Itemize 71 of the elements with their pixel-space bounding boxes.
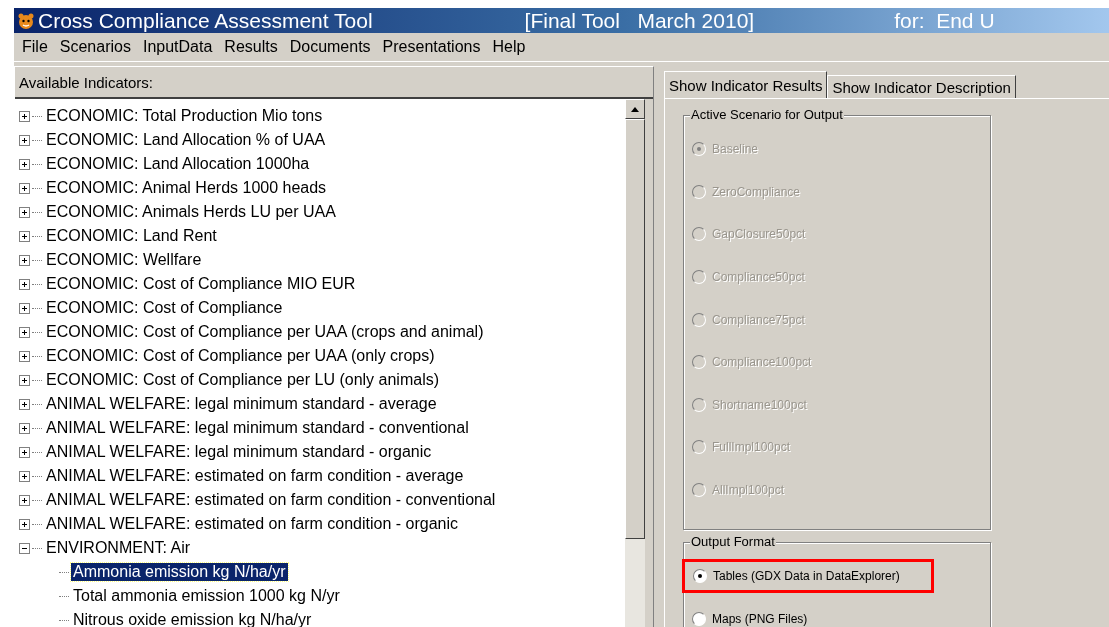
option-label: Shortname100pct bbox=[712, 397, 807, 412]
menu-item[interactable]: Scenarios bbox=[55, 38, 139, 56]
menu-item[interactable]: Presentations bbox=[378, 38, 489, 56]
tree-item[interactable]: ECONOMIC: Animals Herds LU per UAA bbox=[44, 203, 338, 221]
collapse-icon[interactable] bbox=[19, 542, 30, 554]
radio-button[interactable] bbox=[692, 611, 706, 626]
expand-icon[interactable] bbox=[19, 278, 30, 290]
option-label: Baseline bbox=[712, 142, 759, 157]
expand-icon[interactable] bbox=[19, 206, 30, 218]
option-label: Compliance75pct bbox=[712, 312, 805, 327]
up-arrow-icon bbox=[631, 106, 639, 112]
scroll-thumb[interactable] bbox=[625, 119, 645, 539]
audience-text: for: End U bbox=[894, 8, 995, 33]
menu-item[interactable]: InputData bbox=[138, 38, 221, 56]
scrollbar[interactable] bbox=[625, 99, 645, 627]
menu-item[interactable]: Help bbox=[488, 38, 534, 56]
window-title: Cross Compliance Assessment Tool bbox=[38, 8, 373, 33]
expand-icon[interactable] bbox=[19, 422, 30, 434]
tree-item[interactable]: ECONOMIC: Cost of Compliance per UAA (crops and animal) bbox=[44, 323, 486, 341]
tab[interactable]: Show Indicator Description bbox=[827, 75, 1016, 98]
option-label: Compliance100pct bbox=[712, 355, 812, 370]
expand-icon[interactable] bbox=[19, 110, 30, 122]
scroll-up-button[interactable] bbox=[625, 99, 645, 119]
expand-icon[interactable] bbox=[19, 158, 30, 170]
expand-icon[interactable] bbox=[19, 350, 30, 362]
tree-item[interactable]: ECONOMIC: Cost of Compliance MIO EUR bbox=[44, 275, 358, 293]
option-label: Tables (GDX Data in DataExplorer) bbox=[713, 569, 900, 584]
tree-item[interactable]: ECONOMIC: Cost of Compliance per UAA (only crops) bbox=[44, 347, 437, 365]
tree-item[interactable]: ANIMAL WELFARE: estimated on farm condition - average bbox=[44, 467, 466, 485]
version-text: [Final Tool March 2010] bbox=[524, 8, 755, 33]
option-label: ZeroCompliance bbox=[712, 184, 801, 199]
expand-icon[interactable] bbox=[19, 230, 30, 242]
tree-item[interactable]: ECONOMIC: Land Allocation 1000ha bbox=[44, 155, 312, 173]
expand-icon[interactable] bbox=[19, 374, 30, 386]
expand-icon[interactable] bbox=[19, 182, 30, 194]
tab[interactable]: Show Indicator Results bbox=[664, 71, 828, 98]
group-title: Active Scenario for Output bbox=[690, 107, 844, 122]
tree-item[interactable]: ECONOMIC: Land Rent bbox=[44, 227, 219, 245]
option-label: GapClosure50pct bbox=[712, 227, 806, 242]
tree-item[interactable]: ENVIRONMENT: Air bbox=[44, 539, 192, 557]
group-title: Output Format bbox=[690, 534, 776, 549]
expand-icon[interactable] bbox=[19, 134, 30, 146]
expand-icon[interactable] bbox=[19, 446, 30, 458]
tree-item[interactable]: Total ammonia emission 1000 kg N/yr bbox=[71, 587, 342, 605]
menu-item[interactable]: Results bbox=[220, 38, 286, 56]
expand-icon[interactable] bbox=[19, 518, 30, 530]
option-label: Maps (PNG Files) bbox=[712, 611, 808, 626]
tree-item[interactable]: ECONOMIC: Wellfare bbox=[44, 251, 204, 269]
expand-icon[interactable] bbox=[19, 494, 30, 506]
tree-item[interactable]: ANIMAL WELFARE: estimated on farm condition - organic bbox=[44, 515, 460, 533]
option-label: Compliance50pct bbox=[712, 270, 805, 285]
expand-icon[interactable] bbox=[19, 470, 30, 482]
tree-item[interactable]: ECONOMIC: Total Production Mio tons bbox=[44, 107, 325, 125]
option-label: AllImpl100pct bbox=[712, 483, 785, 498]
tree-item[interactable]: ANIMAL WELFARE: estimated on farm condition - conventional bbox=[44, 491, 498, 509]
menu-item[interactable]: File bbox=[18, 38, 56, 56]
tree-item[interactable]: ECONOMIC: Animal Herds 1000 heads bbox=[44, 179, 329, 197]
menu-item[interactable]: Documents bbox=[285, 38, 379, 56]
expand-icon[interactable] bbox=[19, 398, 30, 410]
expand-icon[interactable] bbox=[19, 326, 30, 338]
radio-button[interactable] bbox=[693, 569, 707, 584]
expand-icon[interactable] bbox=[19, 254, 30, 266]
tree-item[interactable]: ECONOMIC: Land Allocation % of UAA bbox=[44, 131, 328, 149]
tree-item[interactable]: Ammonia emission kg N/ha/yr bbox=[71, 563, 288, 581]
tree-item[interactable]: ANIMAL WELFARE: legal minimum standard - organic bbox=[44, 443, 434, 461]
tree-item[interactable]: ANIMAL WELFARE: legal minimum standard - average bbox=[44, 395, 439, 413]
tree-item[interactable]: ECONOMIC: Cost of Compliance bbox=[44, 299, 285, 317]
tree-item[interactable]: ECONOMIC: Cost of Compliance per LU (only animals) bbox=[44, 371, 441, 389]
expand-icon[interactable] bbox=[19, 302, 30, 314]
option-label: FullImpl100pct bbox=[712, 440, 791, 455]
tree-item[interactable]: ANIMAL WELFARE: legal minimum standard - conventional bbox=[44, 419, 471, 437]
